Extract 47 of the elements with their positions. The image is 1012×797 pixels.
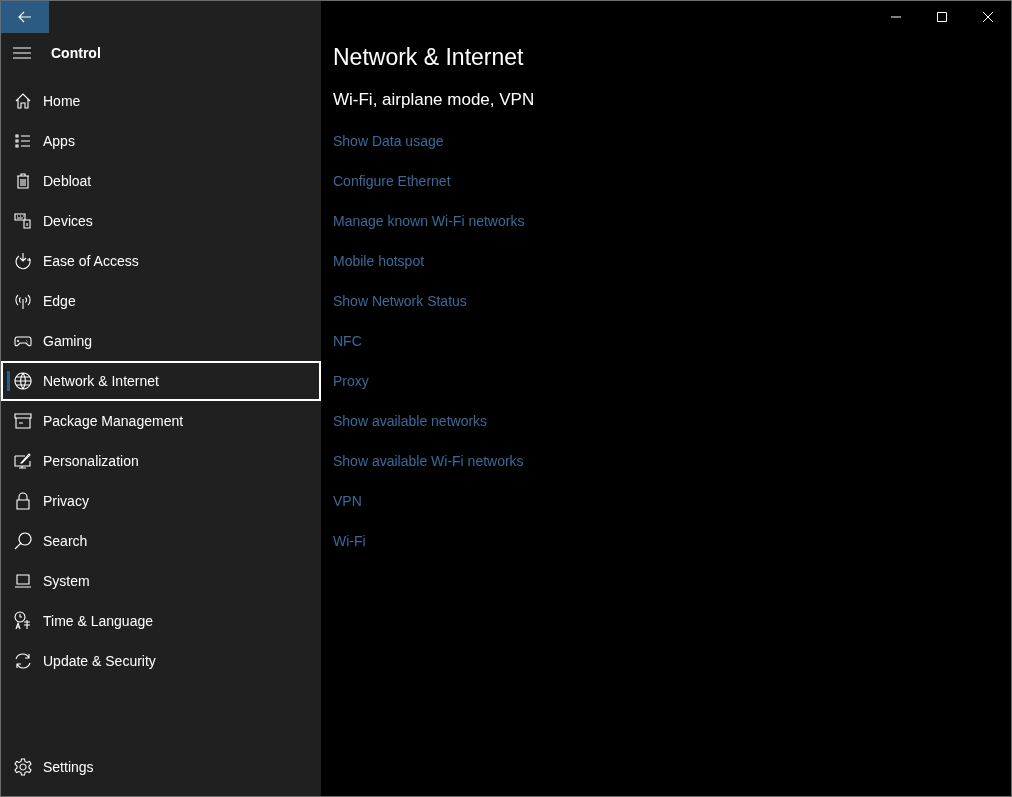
nav-item[interactable]: Debloat [1, 161, 321, 201]
nav-item[interactable]: Search [1, 521, 321, 561]
sync-icon [13, 651, 33, 671]
brush-monitor-icon [13, 451, 33, 471]
close-icon [983, 12, 993, 22]
settings-link[interactable]: Show available networks [333, 401, 488, 441]
back-arrow-icon [18, 10, 32, 24]
settings-link[interactable]: NFC [333, 321, 362, 361]
settings-link[interactable]: Configure Ethernet [333, 161, 451, 201]
settings-link[interactable]: Show Data usage [333, 121, 444, 161]
nav-item[interactable]: Package Management [1, 401, 321, 441]
nav-item[interactable]: Network & Internet [1, 361, 321, 401]
laptop-icon [13, 571, 33, 591]
page-subtitle: Wi-Fi, airplane mode, VPN [333, 89, 536, 111]
settings-link[interactable]: VPN [333, 481, 362, 521]
settings-link[interactable]: Proxy [333, 361, 369, 401]
nav-item[interactable]: Time & Language [1, 601, 321, 641]
nav-item[interactable]: Apps [1, 121, 321, 161]
settings-link[interactable]: Wi-Fi [333, 521, 366, 561]
maximize-icon [937, 12, 947, 22]
settings-link[interactable]: Manage known Wi-Fi networks [333, 201, 525, 241]
search-icon [13, 531, 33, 551]
app-title: Control [51, 45, 101, 61]
settings-icon [13, 757, 33, 777]
home-icon [13, 91, 33, 111]
nav-item[interactable]: Ease of Access [1, 241, 321, 281]
page-title: Network & Internet [333, 43, 525, 71]
globe-icon [13, 371, 33, 391]
settings-item[interactable]: Settings [1, 747, 321, 787]
nav-item[interactable]: Edge [1, 281, 321, 321]
list-icon [13, 131, 33, 151]
menu-icon[interactable] [13, 46, 31, 60]
nav-item[interactable]: Devices [1, 201, 321, 241]
nav-item[interactable]: Privacy [1, 481, 321, 521]
clock-language-icon [13, 611, 33, 631]
settings-link[interactable]: Show Network Status [333, 281, 467, 321]
keyboard-icon [13, 211, 33, 231]
nav-item[interactable]: Gaming [1, 321, 321, 361]
back-button[interactable] [1, 1, 49, 33]
nav-item[interactable]: Update & Security [1, 641, 321, 681]
nav-item[interactable]: Personalization [1, 441, 321, 481]
package-icon [13, 411, 33, 431]
lock-icon [13, 491, 33, 511]
nav-item[interactable]: System [1, 561, 321, 601]
settings-link[interactable]: Mobile hotspot [333, 241, 425, 281]
nav-item[interactable]: Home [1, 81, 321, 121]
settings-link[interactable]: Show available Wi-Fi networks [333, 441, 524, 481]
